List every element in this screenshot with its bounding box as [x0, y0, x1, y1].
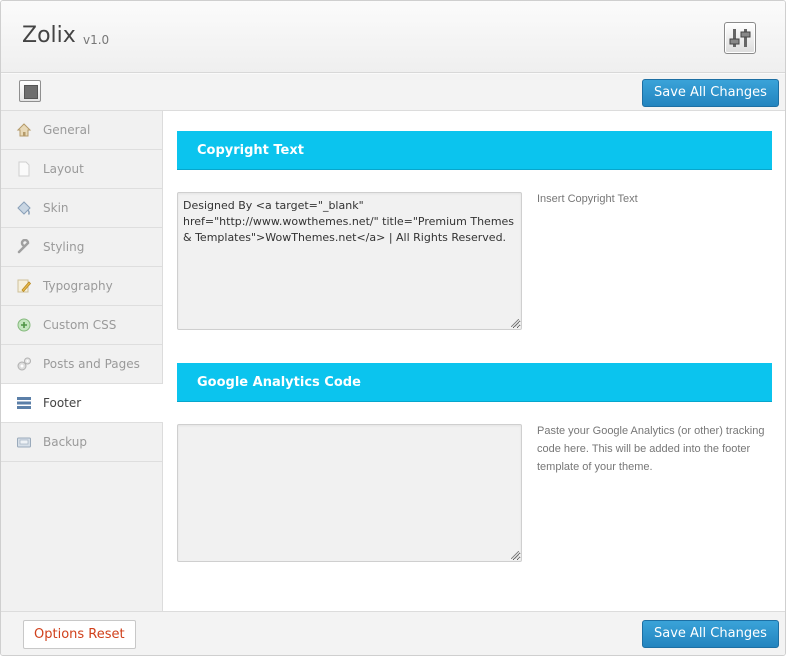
sidebar-item-label: Typography — [43, 279, 113, 293]
sidebar-item-general[interactable]: General — [1, 111, 162, 150]
sidebar-item-skin[interactable]: Skin — [1, 189, 162, 228]
save-all-button-bottom[interactable]: Save All Changes — [642, 620, 779, 648]
theme-version: v1.0 — [83, 33, 110, 47]
sidebar-item-label: Footer — [43, 396, 82, 410]
gears-icon — [15, 355, 33, 373]
wrench-icon — [15, 238, 33, 256]
sidebar-item-label: Skin — [43, 201, 69, 215]
copyright-textarea-value: Designed By <a target="_blank" href="htt… — [183, 199, 515, 244]
sidebar-item-label: Custom CSS — [43, 318, 117, 332]
analytics-description: Paste your Google Analytics (or other) t… — [537, 425, 765, 473]
sliders-icon[interactable] — [724, 22, 756, 54]
sidebar-nav: General Layout Skin Styling Typography C… — [1, 111, 163, 611]
theme-title: Zolix — [22, 23, 76, 48]
section-heading-copyright: Copyright Text — [177, 131, 772, 170]
sidebar-item-styling[interactable]: Styling — [1, 228, 162, 267]
analytics-textarea[interactable] — [177, 424, 522, 562]
sidebar-item-posts-and-pages[interactable]: Posts and Pages — [1, 345, 162, 384]
sidebar-item-footer[interactable]: Footer — [1, 384, 163, 423]
page-icon — [15, 160, 33, 178]
sidebar-item-label: Styling — [43, 240, 85, 254]
pencil-icon — [15, 277, 33, 295]
rows-icon — [15, 394, 33, 412]
options-panel: Zolix v1.0 Save All Changes General Layo — [0, 0, 786, 656]
resize-grip-icon[interactable] — [511, 551, 519, 559]
sidebar-item-label: General — [43, 123, 91, 137]
copyright-textarea[interactable]: Designed By <a target="_blank" href="htt… — [177, 192, 522, 330]
plus-circle-icon — [15, 316, 33, 334]
sidebar-item-label: Backup — [43, 435, 87, 449]
copyright-description: Insert Copyright Text — [537, 193, 638, 205]
drive-icon — [15, 433, 33, 451]
options-reset-button[interactable]: Options Reset — [23, 620, 136, 649]
resize-grip-icon[interactable] — [511, 319, 519, 327]
sidebar-item-layout[interactable]: Layout — [1, 150, 162, 189]
section-heading-analytics: Google Analytics Code — [177, 363, 772, 402]
sidebar-item-label: Posts and Pages — [43, 357, 140, 371]
sidebar-item-custom-css[interactable]: Custom CSS — [1, 306, 162, 345]
sidebar-item-typography[interactable]: Typography — [1, 267, 162, 306]
sidebar-item-backup[interactable]: Backup — [1, 423, 162, 462]
save-all-button-top[interactable]: Save All Changes — [642, 79, 779, 107]
expand-icon[interactable] — [19, 80, 41, 102]
top-toolbar: Save All Changes — [1, 74, 785, 111]
paint-bucket-icon — [15, 199, 33, 217]
home-icon — [15, 121, 33, 139]
panel-header: Zolix v1.0 — [1, 1, 785, 73]
bottom-toolbar: Options Reset Save All Changes — [1, 611, 785, 655]
options-content: Copyright Text Designed By <a target="_b… — [163, 111, 785, 611]
sidebar-item-label: Layout — [43, 162, 84, 176]
